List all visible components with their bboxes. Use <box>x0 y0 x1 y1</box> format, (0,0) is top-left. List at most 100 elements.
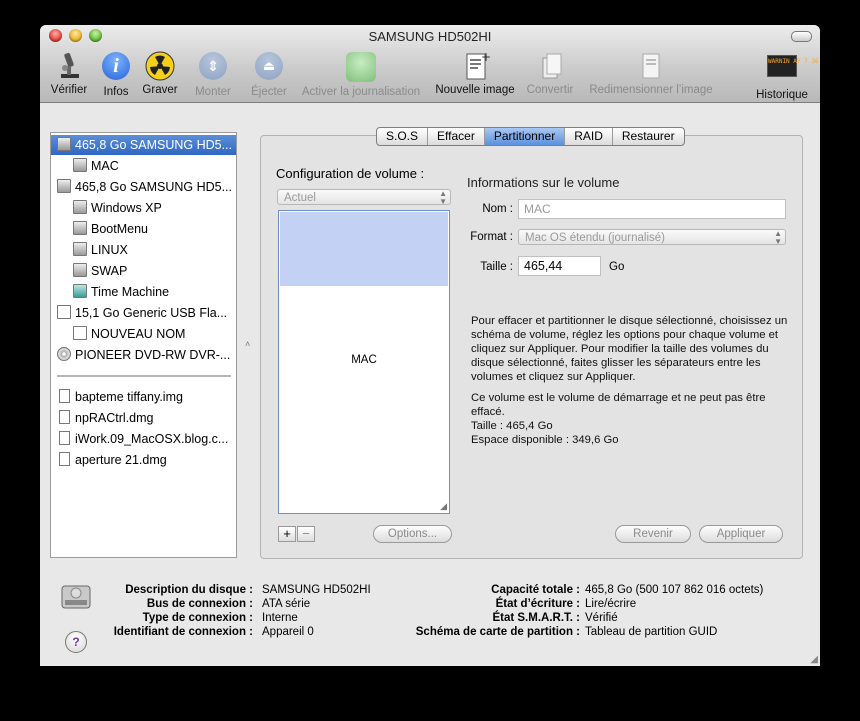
window-resize-grip-icon[interactable]: ◢ <box>810 654 818 665</box>
console-log-icon: WARNIN AY 7 36 1 <box>766 55 820 87</box>
eject-button[interactable]: ⏏ Éjecter <box>247 50 291 98</box>
convert-button[interactable]: Convertir <box>524 50 576 96</box>
tab-erase[interactable]: Effacer <box>428 128 485 145</box>
sidebar-item-image-npractrl[interactable]: npRACtrl.dmg <box>59 408 233 428</box>
window-title: SAMSUNG HD502HI <box>368 29 492 44</box>
disk-image-icon <box>59 431 70 445</box>
sidebar-item-optical-drive[interactable]: PIONEER DVD-RW DVR-... <box>57 345 233 365</box>
sidebar-item-volume-bootmenu[interactable]: BootMenu <box>73 219 233 239</box>
hard-disk-icon <box>57 137 71 151</box>
volume-icon <box>73 158 87 172</box>
resize-grip-icon[interactable]: ◢ <box>440 501 447 512</box>
partition-scheme-label: Schéma de carte de partition : <box>415 626 580 638</box>
sidebar-item-disk-samsung-2[interactable]: 465,8 Go SAMSUNG HD5... <box>57 177 233 197</box>
size-label: Taille : <box>480 261 513 273</box>
volume-map-partition-label[interactable]: MAC <box>279 354 449 366</box>
disk-image-icon <box>59 452 70 466</box>
popup-arrows-icon: ▲ ▼ <box>439 189 447 206</box>
sidebar-item-volume-time-machine[interactable]: Time Machine <box>73 282 233 302</box>
size-unit: Go <box>609 261 625 273</box>
verify-button[interactable]: Vérifier <box>48 50 90 96</box>
journaling-icon <box>345 52 377 84</box>
volume-icon <box>73 221 87 235</box>
burn-label: Graver <box>142 84 178 96</box>
mount-button[interactable]: ⇕ Monter <box>190 50 236 98</box>
tab-raid[interactable]: RAID <box>565 128 613 145</box>
radiation-icon <box>144 50 176 82</box>
tab-partition[interactable]: Partitionner <box>484 128 566 145</box>
log-label: Historique <box>756 89 808 101</box>
tab-bar: S.O.S Effacer Partitionner RAID Restaure… <box>376 127 685 146</box>
sidebar-item-image-aperture[interactable]: aperture 21.dmg <box>59 450 233 470</box>
sidebar-item-volume-linux[interactable]: LINUX <box>73 240 233 260</box>
info-button[interactable]: i Infos <box>98 50 134 98</box>
title-bar: SAMSUNG HD502HI Vérifier i Infos Graver … <box>40 25 820 103</box>
volume-map[interactable]: MAC ◢ <box>278 210 450 514</box>
connection-type-value: Interne <box>262 612 298 624</box>
info-label: Infos <box>103 86 129 98</box>
disk-utility-window: SAMSUNG HD502HI Vérifier i Infos Graver … <box>40 25 820 666</box>
format-popup[interactable]: Mac OS étendu (journalisé) ▲ ▼ <box>518 229 786 246</box>
verify-label: Vérifier <box>50 84 88 96</box>
resize-image-label: Redimensionner l’image <box>589 84 713 96</box>
connection-bus-value: ATA série <box>262 598 311 610</box>
apply-button[interactable]: Appliquer <box>699 525 783 543</box>
volume-scheme-popup[interactable]: Actuel ▲ ▼ <box>277 189 451 206</box>
burn-button[interactable]: Graver <box>140 50 180 96</box>
volume-config-label: Configuration de volume : <box>276 166 425 181</box>
info-icon: i <box>100 52 132 84</box>
resize-image-icon <box>635 50 667 82</box>
revert-button[interactable]: Revenir <box>615 525 691 543</box>
size-field[interactable]: 465,44 <box>518 256 601 276</box>
disk-image-icon <box>59 410 70 424</box>
sidebar-item-disk-usb[interactable]: 15,1 Go Generic USB Fla... <box>57 303 233 323</box>
volume-size-text: Taille : 465,4 Go <box>471 420 553 432</box>
log-button[interactable]: WARNIN AY 7 36 1 Historique <box>752 50 820 101</box>
time-machine-icon <box>73 284 87 298</box>
sidebar-item-disk-samsung-1[interactable]: 465,8 Go SAMSUNG HD5... <box>51 135 236 155</box>
tab-first-aid[interactable]: S.O.S <box>377 128 429 145</box>
hard-disk-icon <box>57 179 71 193</box>
splitter-handle[interactable]: ˄ <box>245 339 250 349</box>
sidebar-item-image-bapteme[interactable]: bapteme tiffany.img <box>59 387 233 407</box>
new-image-button[interactable]: + Nouvelle image <box>432 50 518 96</box>
smart-status-value: Vérifié <box>585 612 618 624</box>
new-image-label: Nouvelle image <box>435 84 515 96</box>
sidebar-item-volume-mac[interactable]: MAC <box>73 156 233 176</box>
sidebar-item-volume-windows-xp[interactable]: Windows XP <box>73 198 233 218</box>
sidebar-item-volume-nouveau-nom[interactable]: NOUVEAU NOM <box>73 324 233 344</box>
remove-partition-button[interactable]: − <box>297 526 315 542</box>
resize-image-button[interactable]: Redimensionner l’image <box>584 50 718 96</box>
new-image-icon: + <box>459 50 491 82</box>
volume-icon <box>73 200 87 214</box>
usb-disk-icon <box>57 305 71 319</box>
eject-label: Éjecter <box>251 86 287 98</box>
disk-description-label: Description du disque : <box>125 584 253 596</box>
enable-journaling-button[interactable]: Activer la journalisation <box>296 50 426 98</box>
boot-volume-note: Ce volume est le volume de démarrage et … <box>471 392 766 418</box>
connection-id-value: Appareil 0 <box>262 626 314 638</box>
connection-id-label: Identifiant de connexion : <box>113 626 253 638</box>
sidebar-item-image-iwork[interactable]: iWork.09_MacOSX.blog.c... <box>59 429 233 449</box>
mount-icon: ⇕ <box>197 52 229 84</box>
tab-restore[interactable]: Restaurer <box>613 128 684 145</box>
total-capacity-label: Capacité totale : <box>491 584 580 596</box>
add-partition-button[interactable]: + <box>278 526 296 542</box>
free-space-text: Espace disponible : 349,6 Go <box>471 434 619 446</box>
microscope-icon <box>53 50 85 82</box>
convert-label: Convertir <box>526 84 574 96</box>
volume-name-field[interactable]: MAC <box>518 199 786 219</box>
options-button[interactable]: Options... <box>373 525 452 543</box>
total-capacity-value: 465,8 Go (500 107 862 016 octets) <box>585 584 764 596</box>
optical-drive-icon <box>57 347 71 361</box>
eject-icon: ⏏ <box>253 52 285 84</box>
popup-arrows-icon: ▲ ▼ <box>774 229 782 246</box>
journaling-label: Activer la journalisation <box>301 86 421 98</box>
volume-icon <box>73 263 87 277</box>
connection-bus-label: Bus de connexion : <box>146 598 253 610</box>
mount-label: Monter <box>195 86 231 98</box>
toolbar-toggle-button[interactable] <box>791 31 812 42</box>
sidebar-item-volume-swap[interactable]: SWAP <box>73 261 233 281</box>
convert-icon <box>534 50 566 82</box>
svg-text:+: + <box>481 50 491 64</box>
